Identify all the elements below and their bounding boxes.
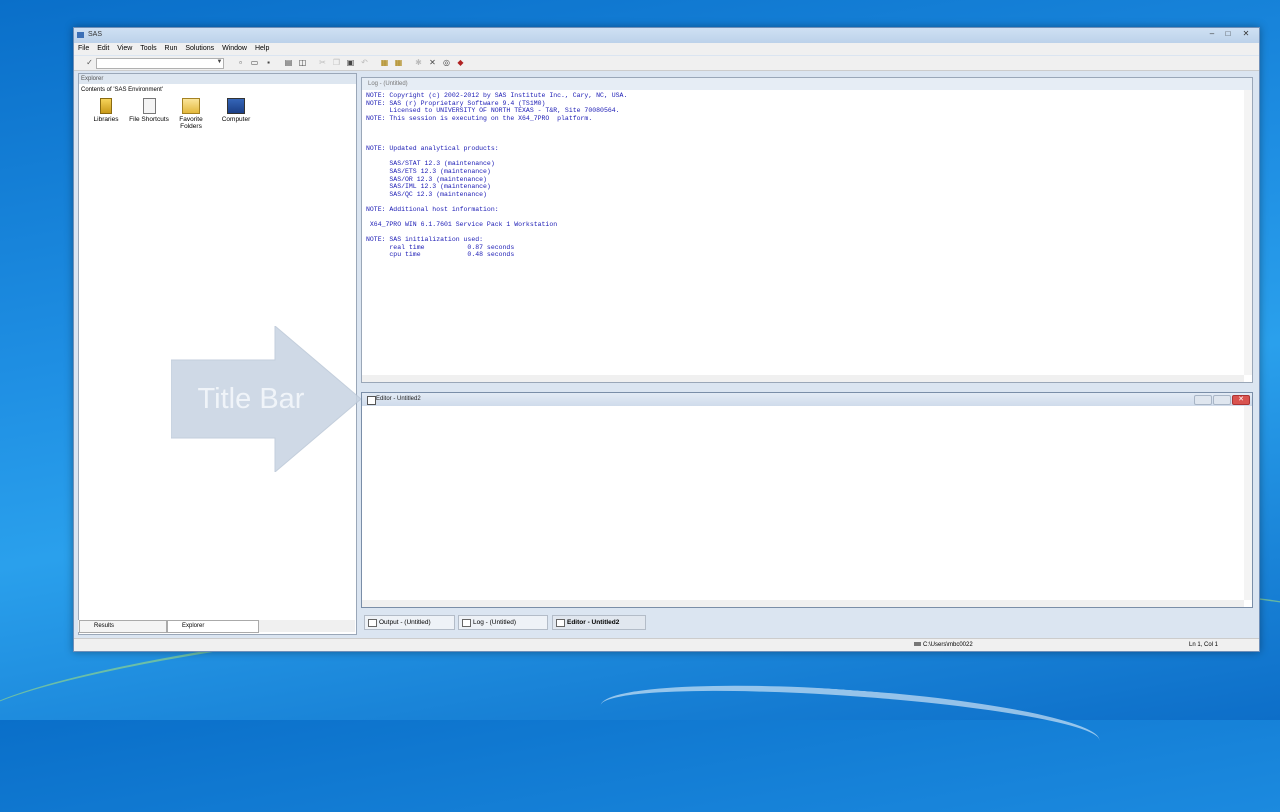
editor-window[interactable]: Editor - Untitled2 ✕ xyxy=(361,392,1253,608)
editor-vertical-scrollbar[interactable] xyxy=(1244,406,1252,600)
open-icon[interactable]: ▭ xyxy=(250,58,259,67)
title-bar-callout-arrow: Title Bar xyxy=(171,326,361,472)
dropdown-arrow-icon[interactable]: ▼ xyxy=(215,58,224,67)
menu-window[interactable]: Window xyxy=(222,43,247,55)
file-shortcuts-item[interactable]: File Shortcuts xyxy=(126,98,172,123)
explorer-contents-label: Contents of 'SAS Environment' xyxy=(81,87,163,93)
log-window: Log - (Untitled) NOTE: Copyright (c) 200… xyxy=(361,77,1253,383)
status-path: C:\Users\mbc0022 xyxy=(914,639,973,651)
favorite-folders-item[interactable]: Favorite Folders xyxy=(169,98,213,130)
toolbar: ✓ ▼ ▫ ▭ ▪ ▤ ◫ ✂ ❐ ▣ ↶ ▦ ▦ ✱ ✕ ◎ ◆ xyxy=(74,56,1259,71)
editor-title-bar[interactable]: Editor - Untitled2 ✕ xyxy=(362,393,1252,406)
log-icon xyxy=(462,619,471,627)
tab-output-label: Output - (Untitled) xyxy=(379,619,431,626)
submit-icon[interactable]: ✱ xyxy=(414,58,423,67)
libraries-label: Libraries xyxy=(93,116,119,123)
drive-icon xyxy=(914,642,921,647)
tab-results[interactable]: Results xyxy=(79,620,167,633)
tab-results-label: Results xyxy=(94,623,115,629)
tab-editor[interactable]: Editor - Untitled2 xyxy=(552,615,646,630)
menu-tools[interactable]: Tools xyxy=(140,43,156,55)
menu-file[interactable]: File xyxy=(78,43,89,55)
sas-app-icon xyxy=(77,32,84,38)
tab-explorer[interactable]: Explorer xyxy=(167,620,259,633)
clear-icon[interactable]: ✕ xyxy=(428,58,437,67)
status-position: Ln 1, Col 1 xyxy=(1189,642,1219,648)
tab-output[interactable]: Output - (Untitled) xyxy=(364,615,455,630)
command-input[interactable] xyxy=(96,58,224,69)
menu-edit[interactable]: Edit xyxy=(97,43,109,55)
output-icon xyxy=(368,619,377,627)
tab-log[interactable]: Log - (Untitled) xyxy=(458,615,548,630)
print-preview-icon[interactable]: ◫ xyxy=(298,58,307,67)
libraries-item[interactable]: Libraries xyxy=(83,98,129,123)
close-icon[interactable]: ✕ xyxy=(1239,29,1253,39)
log-text: NOTE: Copyright (c) 2002-2012 by SAS Ins… xyxy=(366,92,628,259)
explorer-title: Explorer xyxy=(79,74,356,84)
status-path-text: C:\Users\mbc0022 xyxy=(923,642,973,648)
log-vertical-scrollbar[interactable] xyxy=(1244,90,1252,375)
menu-bar: File Edit View Tools Run Solutions Windo… xyxy=(74,43,1259,55)
tab-log-label: Log - (Untitled) xyxy=(473,619,516,626)
menu-run[interactable]: Run xyxy=(165,43,178,55)
editor-tab-icon xyxy=(556,619,565,627)
tab-explorer-label: Explorer xyxy=(182,623,205,629)
maximize-icon[interactable]: □ xyxy=(1221,29,1235,39)
save-icon[interactable]: ▪ xyxy=(264,58,273,67)
computer-label: Computer xyxy=(221,116,251,123)
log-title: Log - (Untitled) xyxy=(362,78,1252,90)
computer-item[interactable]: Computer xyxy=(213,98,259,123)
new-file-icon[interactable]: ▫ xyxy=(236,58,245,67)
copy-icon[interactable]: ❐ xyxy=(332,58,341,67)
minimize-icon[interactable]: – xyxy=(1205,29,1219,39)
favorite-folders-label: Favorite Folders xyxy=(179,116,203,130)
explorer-tab-strip: Results Explorer xyxy=(78,620,355,633)
new-library-icon[interactable]: ▦ xyxy=(380,58,389,67)
editor-maximize-icon[interactable] xyxy=(1213,395,1231,405)
folder-icon xyxy=(182,98,200,114)
computer-icon xyxy=(227,98,245,114)
menu-help[interactable]: Help xyxy=(255,43,269,55)
tab-editor-label: Editor - Untitled2 xyxy=(567,619,620,626)
menu-solutions[interactable]: Solutions xyxy=(185,43,214,55)
paste-icon[interactable]: ▣ xyxy=(346,58,355,67)
checkmark-icon[interactable]: ✓ xyxy=(85,58,94,67)
file-shortcuts-icon xyxy=(142,98,156,114)
log-horizontal-scrollbar[interactable] xyxy=(362,375,1244,382)
break-icon[interactable]: ◎ xyxy=(442,58,451,67)
editor-title: Editor - Untitled2 xyxy=(376,396,421,402)
editor-close-icon[interactable]: ✕ xyxy=(1232,395,1250,405)
editor-horizontal-scrollbar[interactable] xyxy=(362,600,1244,607)
menu-view[interactable]: View xyxy=(117,43,132,55)
window-title: SAS xyxy=(88,31,103,38)
file-shortcuts-label: File Shortcuts xyxy=(129,116,169,123)
print-icon[interactable]: ▤ xyxy=(284,58,293,67)
callout-text: Title Bar xyxy=(198,383,305,415)
status-bar: C:\Users\mbc0022 Ln 1, Col 1 xyxy=(74,638,1259,651)
cut-icon[interactable]: ✂ xyxy=(318,58,327,67)
undo-icon[interactable]: ↶ xyxy=(360,58,369,67)
sas-explorer-icon[interactable]: ▦ xyxy=(394,58,403,67)
help-book-icon[interactable]: ◆ xyxy=(456,58,465,67)
title-bar[interactable]: SAS – □ ✕ xyxy=(74,28,1259,43)
file-cabinet-icon xyxy=(100,98,112,114)
editor-minimize-icon[interactable] xyxy=(1194,395,1212,405)
editor-icon xyxy=(367,396,376,405)
